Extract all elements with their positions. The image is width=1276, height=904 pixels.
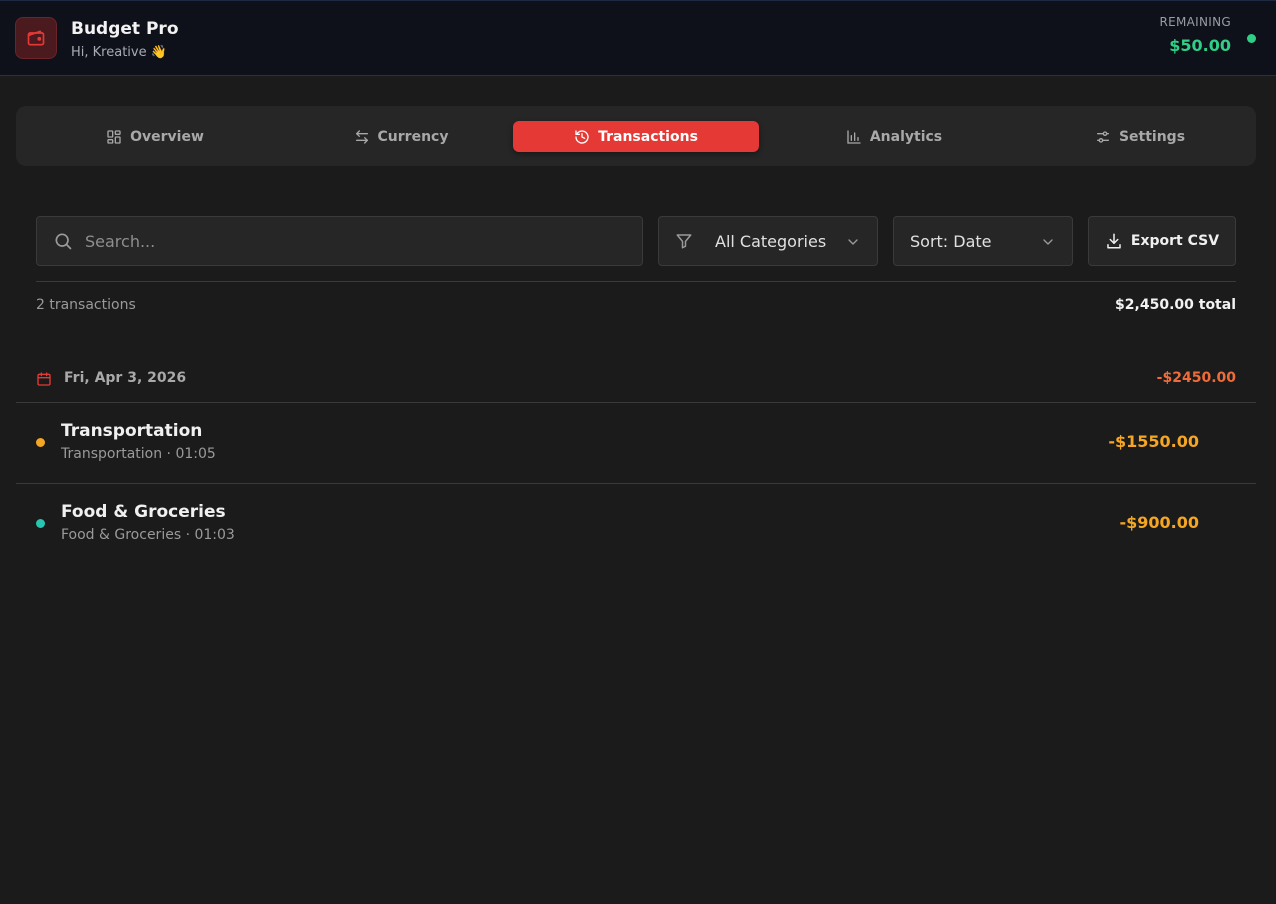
tab-transactions[interactable]: Transactions xyxy=(513,121,759,152)
tab-label: Analytics xyxy=(869,128,943,145)
sort-select-value: Sort: Date xyxy=(910,231,992,251)
history-icon xyxy=(575,129,589,144)
tab-label: Overview xyxy=(130,128,204,145)
user-greeting: Hi, Kreative 👋 xyxy=(71,45,167,60)
transaction-detail: Transportation · 01:05 xyxy=(61,446,216,462)
date-group-header: Fri, Apr 3, 2026 -$2450.00 xyxy=(36,369,1236,389)
category-select[interactable]: All Categories xyxy=(658,216,878,266)
category-dot xyxy=(36,438,45,447)
transaction-detail: Food & Groceries · 01:03 xyxy=(61,527,235,543)
transaction-name: Transportation xyxy=(61,421,203,441)
search-field[interactable] xyxy=(36,216,643,266)
category-dot xyxy=(36,519,45,528)
export-csv-button[interactable]: Export CSV xyxy=(1088,216,1236,266)
wallet-icon xyxy=(15,17,57,59)
transaction-amount: -$900.00 xyxy=(1119,513,1199,532)
transaction-amount: -$1550.00 xyxy=(1108,432,1199,451)
sliders-icon xyxy=(1096,130,1109,143)
main-tab-bar: Overview Currency Transactions Analytics… xyxy=(16,106,1256,166)
group-date: Fri, Apr 3, 2026 xyxy=(64,370,187,386)
export-csv-label: Export CSV xyxy=(1130,233,1220,249)
swap-arrows-icon xyxy=(355,129,368,144)
tab-label: Currency xyxy=(377,128,449,145)
tab-analytics[interactable]: Analytics xyxy=(771,121,1017,152)
tab-label: Transactions xyxy=(598,128,698,145)
remaining-value: $50.00 xyxy=(1169,36,1231,55)
app-header: Budget Pro Hi, Kreative 👋 REMAINING $50.… xyxy=(0,0,1276,76)
transaction-row[interactable]: Transportation Transportation · 01:05 -$… xyxy=(16,403,1256,483)
category-select-value: All Categories xyxy=(715,231,827,251)
tab-overview[interactable]: Overview xyxy=(32,121,278,152)
divider xyxy=(36,281,1236,282)
remaining-label: REMAINING xyxy=(1159,15,1231,29)
group-total: -$2450.00 xyxy=(1156,370,1236,386)
tab-settings[interactable]: Settings xyxy=(1017,121,1263,152)
bar-chart-icon xyxy=(847,129,861,144)
status-indicator xyxy=(1247,34,1256,43)
search-input[interactable] xyxy=(85,231,605,251)
transaction-row[interactable]: Food & Groceries Food & Groceries · 01:0… xyxy=(16,484,1256,564)
chevron-down-icon xyxy=(848,239,858,245)
tab-label: Settings xyxy=(1118,128,1186,145)
app-title: Budget Pro xyxy=(71,19,179,39)
transaction-total: $2,450.00 total xyxy=(1115,297,1236,313)
search-icon xyxy=(55,233,72,250)
download-icon xyxy=(1107,233,1121,249)
chevron-down-icon xyxy=(1043,239,1053,245)
transaction-name: Food & Groceries xyxy=(61,502,226,522)
filter-icon xyxy=(676,234,692,249)
sort-select[interactable]: Sort: Date xyxy=(893,216,1073,266)
calendar-icon xyxy=(37,372,51,386)
grid-icon xyxy=(107,129,121,144)
tab-currency[interactable]: Currency xyxy=(278,121,524,152)
transaction-count: 2 transactions xyxy=(36,297,136,313)
